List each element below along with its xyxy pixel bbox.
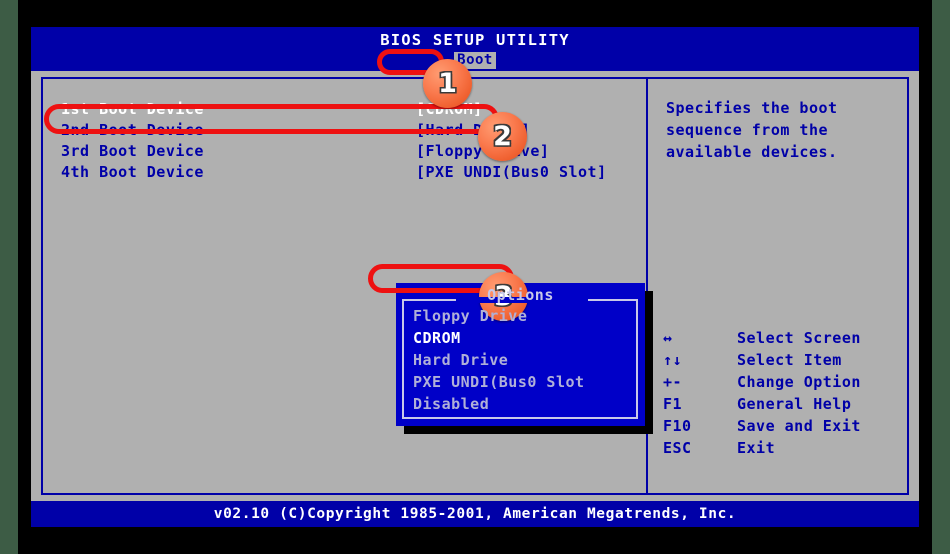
list-item-floppy-drive[interactable]: Floppy Drive xyxy=(413,305,585,327)
bios-title-bar: BIOS SETUP UTILITY Boot xyxy=(31,27,919,69)
key-legend-label: Save and Exit xyxy=(737,417,861,435)
key-legend-row: +- Change Option xyxy=(663,371,913,393)
options-popup[interactable]: Options Floppy Drive CDROM Hard Drive PX… xyxy=(396,283,645,426)
copyright-footer: v02.10 (C)Copyright 1985-2001, American … xyxy=(31,501,919,527)
boot-device-label-1: 1st Boot Device xyxy=(61,100,204,118)
boot-device-value-4[interactable]: [PXE UNDI(Bus0 Slot] xyxy=(416,162,607,183)
key-legend-label: Change Option xyxy=(737,373,861,391)
annotation-badge-2: 2 xyxy=(478,112,527,161)
list-item-pxe-undi[interactable]: PXE UNDI(Bus0 Slot xyxy=(413,371,585,393)
f10-key-label: F10 xyxy=(663,417,692,435)
options-popup-list: Floppy Drive CDROM Hard Drive PXE UNDI(B… xyxy=(413,305,585,415)
key-legend-row: F10 Save and Exit xyxy=(663,415,913,437)
page-title: BIOS SETUP UTILITY xyxy=(380,31,570,49)
key-legend-row: ↔ Select Screen xyxy=(663,327,913,349)
bios-body: 1st Boot Device [CDROM] 2nd Boot Device … xyxy=(31,71,919,501)
table-row[interactable]: 2nd Boot Device [Hard Drive] xyxy=(61,120,621,141)
key-legend-row: ↑↓ Select Item xyxy=(663,349,913,371)
left-right-arrow-icon: ↔ xyxy=(663,329,673,347)
list-item-cdrom[interactable]: CDROM xyxy=(413,327,585,349)
esc-key-label: ESC xyxy=(663,439,692,457)
list-item-disabled[interactable]: Disabled xyxy=(413,393,585,415)
key-legend-row: ESC Exit xyxy=(663,437,913,459)
key-legend-label: Exit xyxy=(737,439,776,457)
bios-setup-screenshot: BIOS SETUP UTILITY Boot 1st Boot Device … xyxy=(0,0,950,554)
boot-device-label-2: 2nd Boot Device xyxy=(61,121,204,139)
key-legend-label: Select Item xyxy=(737,351,842,369)
annotation-badge-1: 1 xyxy=(423,59,472,108)
list-item-hard-drive[interactable]: Hard Drive xyxy=(413,349,585,371)
boot-device-list: 1st Boot Device [CDROM] 2nd Boot Device … xyxy=(61,99,621,183)
table-row[interactable]: 1st Boot Device [CDROM] xyxy=(61,99,621,120)
f1-key-label: F1 xyxy=(663,395,683,413)
menu-tab-bar: Boot xyxy=(31,50,919,69)
key-legend-row: F1 General Help xyxy=(663,393,913,415)
bios-panel-frame: 1st Boot Device [CDROM] 2nd Boot Device … xyxy=(41,77,909,495)
capture-edge-right xyxy=(932,0,950,554)
key-legend-label: Select Screen xyxy=(737,329,861,347)
plus-minus-icon: +- xyxy=(663,373,683,391)
options-popup-title: Options xyxy=(487,286,554,304)
up-down-arrow-icon: ↑↓ xyxy=(663,351,683,369)
capture-edge-left xyxy=(0,0,18,554)
boot-device-label-4: 4th Boot Device xyxy=(61,163,204,181)
bios-screen: BIOS SETUP UTILITY Boot 1st Boot Device … xyxy=(31,27,919,527)
boot-device-label-3: 3rd Boot Device xyxy=(61,142,204,160)
key-legend-label: General Help xyxy=(737,395,852,413)
table-row[interactable]: 4th Boot Device [PXE UNDI(Bus0 Slot] xyxy=(61,162,621,183)
help-text: Specifies the boot sequence from the ava… xyxy=(666,99,838,161)
table-row[interactable]: 3rd Boot Device [Floppy Drive] xyxy=(61,141,621,162)
key-legend: ↔ Select Screen ↑↓ Select Item +- Change… xyxy=(663,327,913,459)
